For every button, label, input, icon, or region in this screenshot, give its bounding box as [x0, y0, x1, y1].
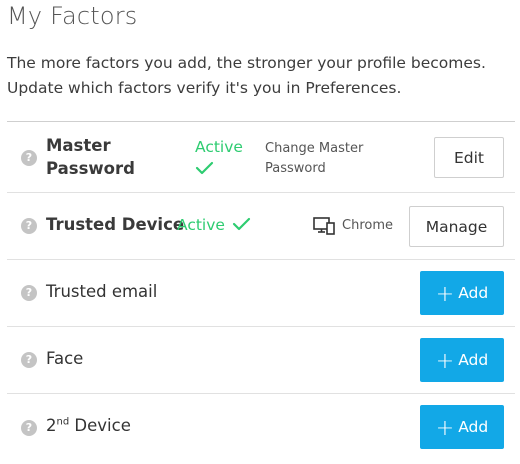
name-suffix: Device	[69, 416, 131, 435]
page-title: My Factors	[7, 2, 138, 30]
help-icon[interactable]: ?	[21, 285, 37, 301]
status-label: Active	[177, 216, 225, 234]
status-active: Active	[177, 216, 252, 234]
add-label: Add	[458, 284, 489, 302]
name-superscript: nd	[56, 416, 70, 428]
factor-row-trusted-email: ? Trusted email + Add	[7, 260, 515, 327]
plus-icon: +	[435, 282, 455, 307]
add-label: Add	[458, 418, 489, 436]
add-trusted-email-button[interactable]: + Add	[420, 271, 504, 315]
factor-name-master-password: Master Password	[46, 134, 135, 180]
add-label: Add	[458, 351, 489, 369]
detail-line1: Change Master	[265, 141, 364, 156]
factor-row-master-password: ? Master Password Active Change Master P…	[7, 122, 515, 193]
page-intro: The more factors you add, the stronger y…	[7, 54, 486, 97]
factor-name-second-device: 2nd Device	[46, 416, 131, 435]
help-icon[interactable]: ?	[21, 150, 37, 166]
factor-name-trusted-device: Trusted Device	[46, 215, 185, 234]
factor-list: ? Master Password Active Change Master P…	[7, 121, 515, 460]
plus-icon: +	[435, 416, 455, 441]
help-icon[interactable]: ?	[21, 420, 37, 436]
help-icon[interactable]: ?	[21, 352, 37, 368]
factor-row-second-device: ? 2nd Device + Add	[7, 394, 515, 460]
edit-button[interactable]: Edit	[434, 137, 504, 178]
name-prefix: 2	[46, 416, 57, 435]
factor-row-trusted-device: ? Trusted Device Active Chrome Manage	[7, 193, 515, 260]
plus-icon: +	[435, 349, 455, 374]
desktop-mobile-icon	[313, 217, 335, 235]
help-icon[interactable]: ?	[21, 218, 37, 234]
manage-button[interactable]: Manage	[409, 206, 504, 247]
factor-name-line2: Password	[46, 159, 135, 178]
factors-page: My Factors The more factors you add, the…	[0, 0, 520, 464]
check-icon	[232, 217, 250, 231]
check-icon	[195, 161, 214, 175]
change-master-password-text: Change Master Password	[265, 139, 363, 179]
factor-name-face: Face	[46, 349, 84, 368]
add-second-device-button[interactable]: + Add	[420, 405, 504, 449]
detail-line2: Password	[265, 161, 326, 176]
device-name: Chrome	[342, 218, 393, 233]
status-active: Active	[195, 137, 243, 181]
add-face-button[interactable]: + Add	[420, 338, 504, 382]
factor-name-trusted-email: Trusted email	[46, 282, 158, 301]
factor-name-line1: Master	[46, 136, 111, 155]
status-label: Active	[195, 138, 243, 156]
factor-row-face: ? Face + Add	[7, 327, 515, 394]
